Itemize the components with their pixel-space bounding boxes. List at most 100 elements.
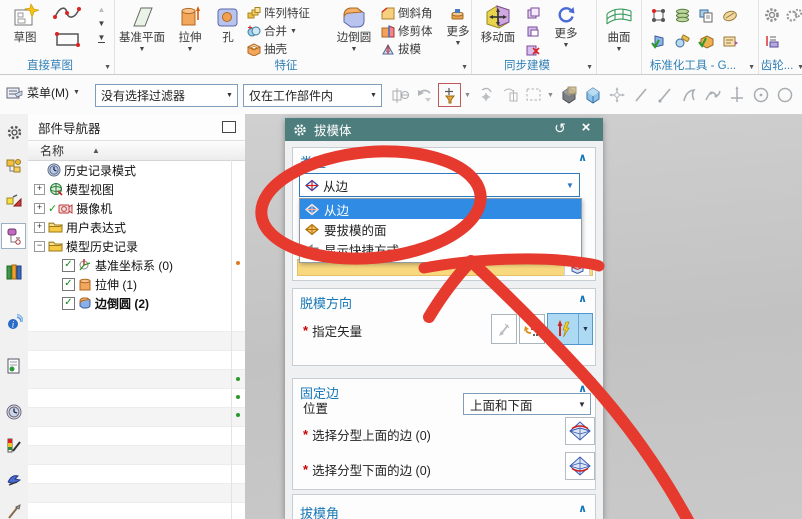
reuse-library-icon[interactable] <box>4 262 24 282</box>
gear-tool-icon-1[interactable] <box>761 2 783 28</box>
touch-tool-icon[interactable] <box>4 502 24 519</box>
part-navigator-icon[interactable] <box>1 223 26 249</box>
tree-row-cameras[interactable]: + ✓ 摄像机 <box>28 199 245 218</box>
shell-button[interactable]: 抽壳 <box>245 40 329 58</box>
assembly-navigator-icon[interactable] <box>4 157 24 177</box>
system-scenes-icon[interactable] <box>4 469 24 489</box>
std-tool-icon-1[interactable] <box>646 2 670 28</box>
group-dialog-caret-icon[interactable]: ▼ <box>748 64 755 71</box>
option-from-edge[interactable]: 从边 <box>300 199 581 219</box>
tree-row-datum-csys[interactable]: ✓ 基准坐标系 (0) <box>28 256 245 275</box>
scroll-up-icon[interactable]: ▲ <box>98 5 106 14</box>
tree-row-edge-blend[interactable]: ✓ 边倒圆 (2) <box>28 294 245 313</box>
resource-gear-icon[interactable] <box>4 122 24 142</box>
constraint-navigator-icon[interactable] <box>4 191 24 211</box>
arc-tool-icon[interactable] <box>678 84 699 106</box>
snap-caret-icon[interactable]: ▼ <box>464 92 472 99</box>
std-tool-icon-8[interactable] <box>718 28 742 54</box>
std-tool-icon-2[interactable] <box>670 2 694 28</box>
dialog-titlebar[interactable]: 拔模体 ↺ × <box>285 118 603 141</box>
marquee-caret-icon[interactable]: ▼ <box>547 92 555 99</box>
selection-filter-dropdown[interactable]: 没有选择过滤器 ▼ <box>95 84 238 107</box>
undo-selection-icon[interactable] <box>414 84 435 106</box>
expand-icon[interactable]: + <box>34 183 45 195</box>
vector-dialog-button[interactable] <box>519 314 545 344</box>
group-dialog-caret-icon[interactable]: ▼ <box>586 64 593 71</box>
collapse-icon[interactable]: − <box>34 240 45 252</box>
feature-more-button[interactable]: 更多 ▼ <box>445 1 471 48</box>
reset-icon[interactable]: ↺ <box>551 120 569 137</box>
unite-button[interactable]: 合并 ▼ <box>245 22 329 40</box>
pattern-feature-button[interactable]: 阵列特征 <box>245 4 329 22</box>
expand-icon[interactable]: + <box>34 202 45 214</box>
close-icon[interactable]: × <box>577 119 595 136</box>
delete-face-button[interactable] <box>524 40 546 58</box>
position-dropdown[interactable]: 上面和下面 ▼ <box>463 393 591 415</box>
checkbox-checked-icon[interactable]: ✓ <box>62 296 75 310</box>
select-upper-edge-button[interactable] <box>565 417 595 445</box>
std-tool-icon-6[interactable] <box>670 28 694 54</box>
scroll-down-icon[interactable]: ▼ <box>98 19 106 28</box>
tree-row-model-history[interactable]: − 模型历史记录 <box>28 237 245 256</box>
checkbox-checked-icon[interactable]: ✓ <box>62 258 75 272</box>
type-dropdown[interactable]: 从边 ▼ <box>299 173 580 197</box>
sort-ascending-icon[interactable]: ▲ <box>92 146 100 155</box>
circle-center-icon[interactable] <box>750 84 771 106</box>
selection-scope-dropdown[interactable]: 仅在工作部件内 ▼ <box>243 84 382 107</box>
tree-row-model-views[interactable]: + 模型视图 <box>28 180 245 199</box>
axis-tool-icon[interactable] <box>726 84 747 106</box>
menu-button[interactable]: 菜单(M) ▼ <box>6 84 80 101</box>
vector-lightning-button[interactable] <box>548 314 579 344</box>
gear-tool-icon-3[interactable] <box>761 28 783 54</box>
rectangle-button[interactable] <box>50 30 94 48</box>
history-clock-icon[interactable] <box>4 402 24 422</box>
group-dialog-caret-icon[interactable]: ▼ <box>104 64 111 71</box>
chamfer-button[interactable]: 倒斜角 <box>379 4 445 22</box>
checkbox-checked-icon[interactable]: ✓ <box>62 277 75 291</box>
std-tool-icon-7[interactable] <box>694 28 718 54</box>
option-show-shortcuts[interactable]: 显示快捷方式 <box>300 239 581 259</box>
studio-spline-button[interactable] <box>50 4 94 22</box>
snap-handle-icon[interactable] <box>499 84 520 106</box>
hole-button[interactable]: 孔 <box>211 1 245 45</box>
shaded-cube-icon[interactable] <box>558 84 579 106</box>
marquee-selection-icon[interactable] <box>523 84 544 106</box>
tree-row-history-mode[interactable]: 历史记录模式 <box>28 161 245 180</box>
expand-icon[interactable]: + <box>34 221 45 233</box>
gallery-expand-icon[interactable]: ▼ <box>97 33 106 43</box>
trim-body-button[interactable]: 修剪体 <box>379 22 445 40</box>
collapse-chevron-icon[interactable]: ∧ <box>578 502 587 515</box>
sync-more-button[interactable]: 更多 ▼ <box>546 1 586 50</box>
collapse-chevron-icon[interactable]: ∧ <box>578 292 587 305</box>
std-tool-icon-4[interactable] <box>718 2 742 28</box>
web-browser-icon[interactable]: i <box>4 312 24 332</box>
fence-selection-icon[interactable] <box>390 84 411 106</box>
inferred-vector-button[interactable] <box>491 314 517 344</box>
move-component-icon[interactable] <box>606 84 627 106</box>
select-lower-edge-button[interactable] <box>565 452 595 480</box>
rotate-point-icon[interactable] <box>475 84 496 106</box>
draft-button[interactable]: 拔模 <box>379 40 445 58</box>
wireframe-cube-icon[interactable] <box>582 84 603 106</box>
option-faces-to-draft[interactable]: 要拔模的面 <box>300 219 581 239</box>
gear-tool-icon-2[interactable] <box>783 2 802 28</box>
copy-face-button[interactable] <box>524 4 546 22</box>
undock-panel-icon[interactable] <box>222 121 236 133</box>
surface-button[interactable]: 曲面 ▼ <box>597 1 641 54</box>
group-dialog-caret-icon[interactable]: ▼ <box>461 64 468 71</box>
snap-point-filter-icon[interactable] <box>438 83 461 107</box>
move-face-button[interactable]: 移动面 <box>472 1 524 45</box>
vector-options-caret-icon[interactable]: ▼ <box>579 314 592 344</box>
sketch-button[interactable]: 草图 <box>0 1 50 45</box>
roles-brush-icon[interactable] <box>4 436 24 456</box>
select-edge-button[interactable] <box>564 261 590 276</box>
navigator-column-header[interactable]: 名称 ▲ <box>28 140 245 161</box>
std-tool-icon-5[interactable] <box>646 28 670 54</box>
paste-face-button[interactable] <box>524 22 546 40</box>
tree-row-extrude[interactable]: ✓ 拉伸 (1) <box>28 275 245 294</box>
datum-plane-button[interactable]: 基准平面 ▼ <box>115 1 169 54</box>
edge-blend-button[interactable]: 边倒圆 ▼ <box>329 1 379 54</box>
line-tool-icon[interactable] <box>630 84 651 106</box>
extrude-button[interactable]: 拉伸 ▼ <box>169 1 211 54</box>
history-palette-icon[interactable] <box>4 356 24 376</box>
